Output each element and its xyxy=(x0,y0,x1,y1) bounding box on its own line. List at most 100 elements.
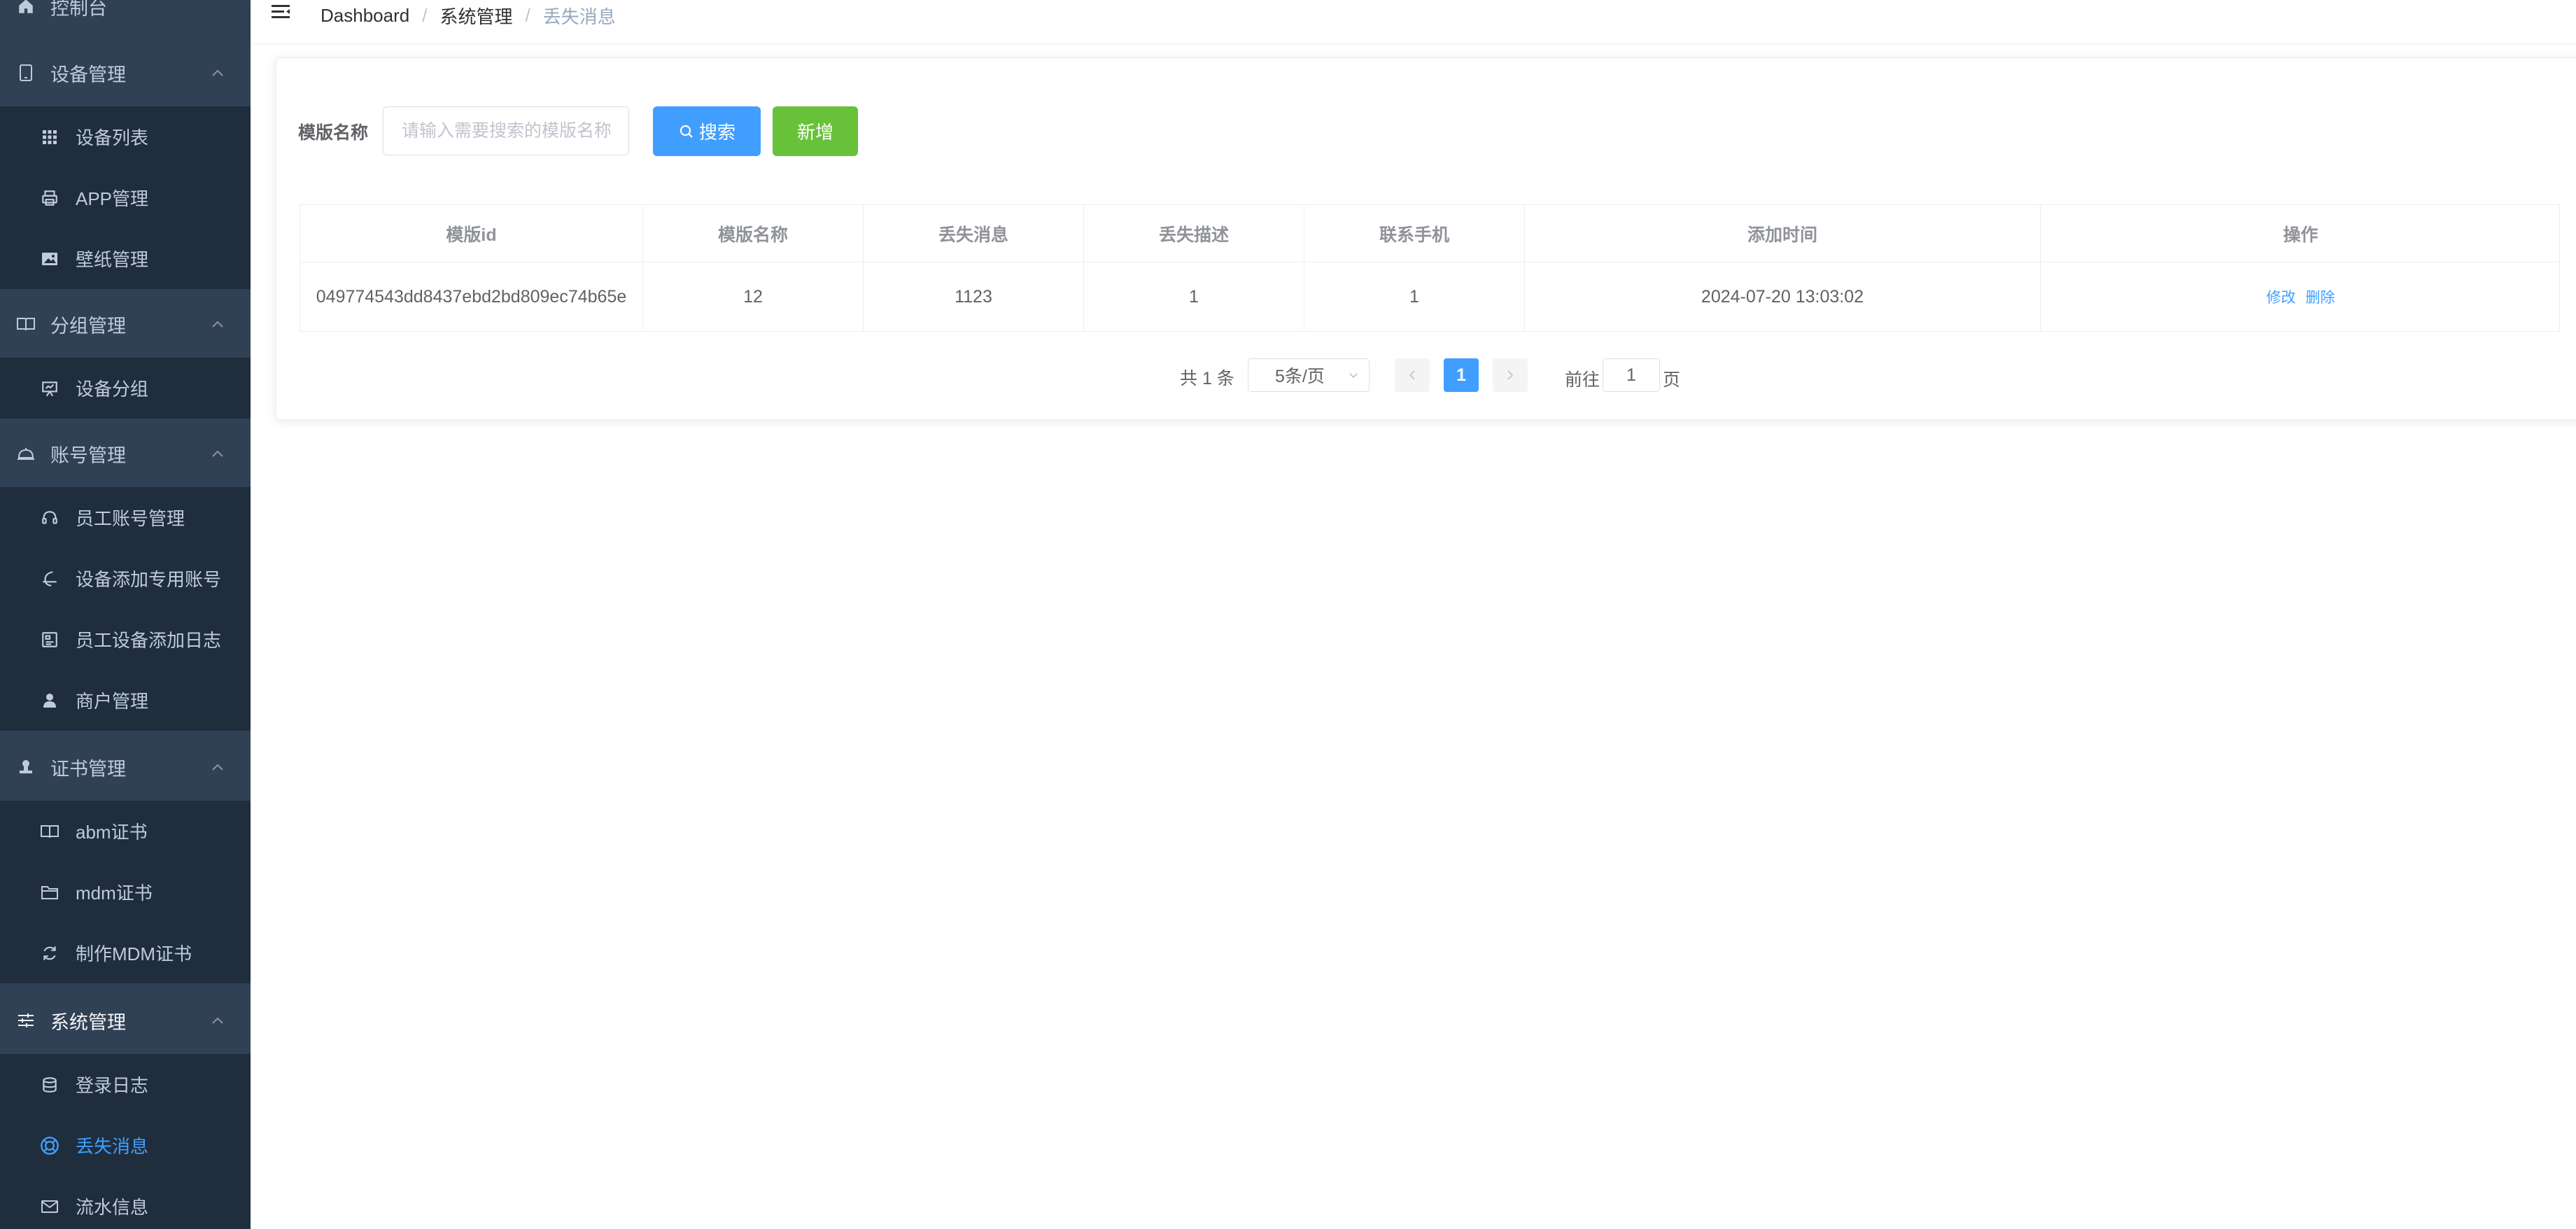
grid-icon xyxy=(39,127,60,148)
page-number-button[interactable]: 1 xyxy=(1444,358,1479,392)
sidebar-item-mdm-certificate[interactable]: mdm证书 xyxy=(0,862,251,922)
sidebar-item-dashboard[interactable]: 控制台 xyxy=(0,0,251,40)
sidebar-item-label: 壁纸管理 xyxy=(76,249,149,270)
delete-link[interactable]: 删除 xyxy=(2306,286,2335,307)
submenu-group-management[interactable]: 分组管理 xyxy=(0,290,251,358)
cloche-icon xyxy=(15,443,36,464)
chevron-up-icon xyxy=(210,759,225,775)
search-button[interactable]: 搜索 xyxy=(653,106,761,156)
table-cell: 1123 xyxy=(864,262,1084,331)
table-cell: 049774543dd8437ebd2bd809ec74b65e xyxy=(300,262,643,331)
breadcrumb: Dashboard / 系统管理 / 丢失消息 xyxy=(321,3,616,29)
table-cell: 2024-07-20 13:03:02 xyxy=(1525,262,2041,331)
chevron-left-icon xyxy=(1409,370,1415,380)
sidebar-item-label: 商户管理 xyxy=(76,691,149,712)
submenu-certificate-management[interactable]: 证书管理 xyxy=(0,733,251,801)
sidebar-item-label: 设备添加专用账号 xyxy=(76,569,222,590)
submenu-label: 分组管理 xyxy=(50,315,126,337)
chevron-up-icon xyxy=(210,316,225,332)
sidebar-item-label: 登录日志 xyxy=(76,1075,149,1096)
next-page-button[interactable] xyxy=(1493,358,1528,392)
folder-icon xyxy=(39,882,60,903)
page-size-value: 5条/页 xyxy=(1275,367,1325,386)
sidebar-item-label: 流水信息 xyxy=(76,1197,149,1218)
hamburger-icon[interactable] xyxy=(270,2,293,24)
breadcrumb-item-dashboard[interactable]: Dashboard xyxy=(321,5,409,27)
table-header-row: 模版id 模版名称 丢失消息 丢失描述 联系手机 添加时间 操作 xyxy=(300,205,2561,262)
submenu-account-management[interactable]: 账号管理 xyxy=(0,420,251,487)
template-name-search-input[interactable] xyxy=(383,106,629,155)
sidebar-item-label: 制作MDM证书 xyxy=(76,943,192,964)
search-icon xyxy=(678,123,695,140)
table-cell: 1 xyxy=(1304,262,1525,331)
document-icon xyxy=(39,629,60,650)
picture-icon xyxy=(39,248,60,269)
sidebar-item-app-management[interactable]: APP管理 xyxy=(0,167,251,228)
table-cell: 12 xyxy=(643,262,864,331)
tablet-icon xyxy=(15,62,36,83)
column-header: 模版名称 xyxy=(643,205,864,262)
add-button[interactable]: 新增 xyxy=(773,106,858,156)
refresh-icon xyxy=(39,943,60,964)
column-header: 丢失描述 xyxy=(1084,205,1304,262)
breadcrumb-item-system[interactable]: 系统管理 xyxy=(439,3,512,29)
sidebar-item-label: 丢失消息 xyxy=(76,1136,149,1157)
user-icon xyxy=(39,690,60,711)
sidebar-item-device-list[interactable]: 设备列表 xyxy=(0,106,251,167)
column-header: 联系手机 xyxy=(1304,205,1525,262)
submenu-label: 系统管理 xyxy=(50,1011,126,1033)
sidebar-item-label: 控制台 xyxy=(50,0,107,19)
coins-icon xyxy=(39,1074,60,1095)
sidebar-item-label: APP管理 xyxy=(76,188,149,209)
breadcrumb-item-current: 丢失消息 xyxy=(542,6,616,27)
edit-link[interactable]: 修改 xyxy=(2267,286,2296,307)
printer-icon xyxy=(39,188,60,209)
chevron-right-icon xyxy=(1507,370,1514,380)
sidebar-item-login-logs[interactable]: 登录日志 xyxy=(0,1054,251,1115)
home-icon xyxy=(15,0,36,17)
submenu-device-management[interactable]: 设备管理 xyxy=(0,39,251,106)
page-size-select[interactable]: 5条/页 xyxy=(1248,358,1370,392)
table-actions-cell: 修改 删除 xyxy=(2041,262,2561,331)
sidebar-item-merchant-management[interactable]: 商户管理 xyxy=(0,670,251,731)
sidebar-item-device-add-accounts[interactable]: 设备添加专用账号 xyxy=(0,548,251,609)
message-icon xyxy=(39,1196,60,1217)
breadcrumb-separator: / xyxy=(525,5,530,26)
submenu-label: 账号管理 xyxy=(50,444,126,466)
sidebar-item-make-mdm-certificate[interactable]: 制作MDM证书 xyxy=(0,922,251,983)
book-icon xyxy=(39,821,60,842)
goto-label: 前往 xyxy=(1565,370,1600,390)
sidebar-item-label: abm证书 xyxy=(76,822,148,843)
sidebar-item-label: mdm证书 xyxy=(76,883,153,904)
column-header: 操作 xyxy=(2283,225,2318,245)
stamp-icon xyxy=(15,757,36,778)
top-navbar: Dashboard / 系统管理 / 丢失消息 xyxy=(251,0,2576,43)
submenu-system-management[interactable]: 系统管理 xyxy=(0,987,251,1054)
submenu-label: 设备管理 xyxy=(50,64,126,85)
table-cell: 1 xyxy=(1084,262,1304,331)
sidebar-item-transaction-info[interactable]: 流水信息 xyxy=(0,1176,251,1229)
search-button-label: 搜索 xyxy=(698,122,736,143)
sidebar-item-staff-accounts[interactable]: 员工账号管理 xyxy=(0,487,251,548)
moon-icon xyxy=(39,568,60,589)
sidebar-item-device-add-logs[interactable]: 员工设备添加日志 xyxy=(0,609,251,670)
page-jump-input[interactable] xyxy=(1603,358,1660,392)
sidebar-item-lost-messages[interactable]: 丢失消息 xyxy=(0,1115,251,1176)
sidebar-item-label: 员工设备添加日志 xyxy=(76,630,222,651)
sidebar-item-abm-certificate[interactable]: abm证书 xyxy=(0,801,251,862)
pagination: 共 1 条 5条/页 1 前往 页 xyxy=(0,358,2576,393)
column-header: 丢失消息 xyxy=(864,205,1084,262)
data-table: 模版id 模版名称 丢失消息 丢失描述 联系手机 添加时间 操作 0497745… xyxy=(300,204,2561,332)
chevron-up-icon xyxy=(210,1013,225,1028)
sliders-icon xyxy=(15,1010,36,1031)
prev-page-button[interactable] xyxy=(1395,358,1430,392)
column-header: 添加时间 xyxy=(1525,205,2041,262)
chevron-down-icon xyxy=(1348,370,1359,381)
chevron-up-icon xyxy=(210,446,225,461)
sidebar-item-wallpaper-management[interactable]: 壁纸管理 xyxy=(0,228,251,289)
sidebar: 控制台 设备管理 设备列表 APP管理 壁纸管理 分组管理 设备分组 账号管理 … xyxy=(0,0,251,1229)
column-header: 模版id xyxy=(300,205,643,262)
submenu-label: 证书管理 xyxy=(50,758,126,780)
headset-icon xyxy=(39,507,60,528)
sidebar-item-label: 员工账号管理 xyxy=(76,508,185,529)
